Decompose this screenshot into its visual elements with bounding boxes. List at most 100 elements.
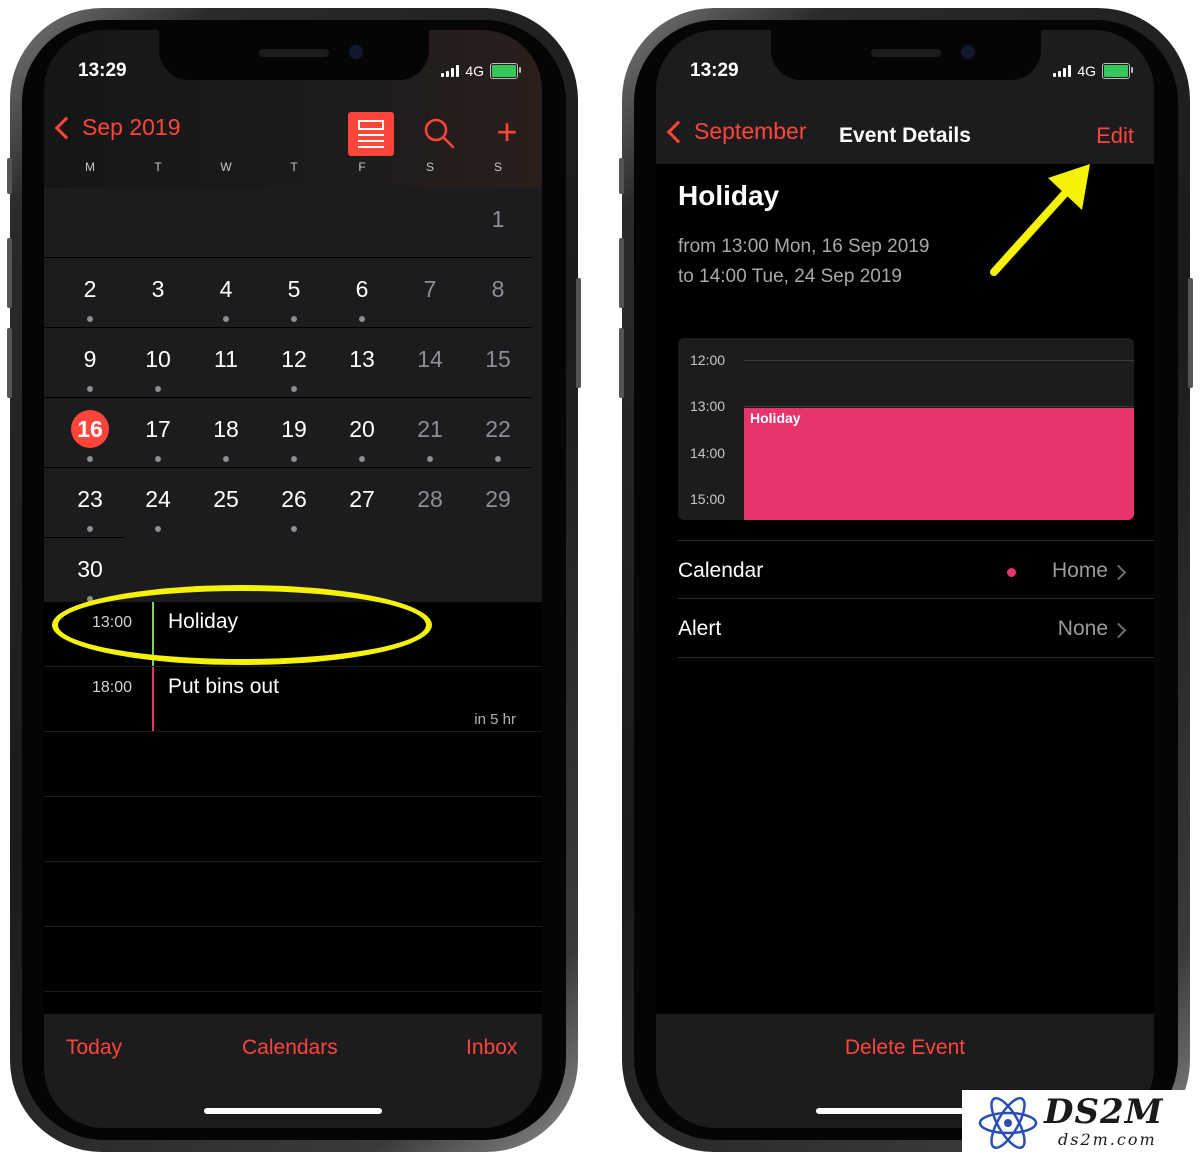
- calendar-row-label: Calendar: [678, 559, 764, 582]
- weekday-label: S: [493, 160, 502, 174]
- day-cell[interactable]: 22: [464, 398, 532, 467]
- day-number: 26: [281, 486, 307, 512]
- day-cell[interactable]: 26: [260, 468, 328, 537]
- day-number: 22: [485, 416, 511, 442]
- day-number: 25: [213, 486, 239, 512]
- list-view-icon[interactable]: [348, 112, 394, 156]
- event-day-preview[interactable]: 12:00 13:00 14:00 15:00 Holiday: [678, 338, 1134, 520]
- day-number: 23: [77, 486, 103, 512]
- day-cell[interactable]: 19: [260, 398, 328, 467]
- calendar-row-value: Home: [1051, 559, 1108, 582]
- calendar-row[interactable]: Calendar Home: [678, 540, 1154, 599]
- search-icon[interactable]: [422, 116, 456, 150]
- day-cell[interactable]: 25: [192, 468, 260, 537]
- bottom-toolbar: Today Calendars Inbox: [44, 1014, 542, 1128]
- event-title: Holiday: [678, 180, 780, 211]
- day-cell[interactable]: 3: [124, 258, 192, 327]
- alert-row[interactable]: Alert None: [678, 598, 1154, 658]
- day-cell[interactable]: 10: [124, 328, 192, 397]
- annotation-highlight-ellipse: [52, 585, 432, 665]
- day-cell[interactable]: 1: [464, 188, 532, 257]
- speaker: [871, 49, 941, 57]
- day-cell[interactable]: 24: [124, 468, 192, 537]
- day-cell[interactable]: 27: [328, 468, 396, 537]
- battery-charging-icon: [1102, 63, 1133, 79]
- add-event-icon[interactable]: +: [490, 112, 524, 152]
- day-cell[interactable]: 9: [56, 328, 124, 397]
- today-button[interactable]: Today: [66, 1036, 122, 1060]
- alert-row-label: Alert: [678, 617, 722, 640]
- day-cell[interactable]: 29: [464, 468, 532, 537]
- day-cell[interactable]: 15: [464, 328, 532, 397]
- power-button: [576, 278, 581, 388]
- event-indicator-dot: [87, 386, 93, 392]
- day-cell[interactable]: 20: [328, 398, 396, 467]
- day-cell[interactable]: 28: [396, 468, 464, 537]
- event-indicator-dot: [359, 316, 365, 322]
- event-indicator-dot: [495, 456, 501, 462]
- day-cell[interactable]: 7: [396, 258, 464, 327]
- side-button: [619, 158, 624, 194]
- weekday-label: M: [85, 160, 95, 174]
- chevron-right-icon: [1110, 564, 1127, 581]
- day-cell[interactable]: 13: [328, 328, 396, 397]
- hour-line: [744, 406, 1134, 407]
- day-number: 12: [281, 346, 307, 372]
- day-number: 2: [83, 276, 97, 302]
- day-cell[interactable]: 12: [260, 328, 328, 397]
- weekday-header: M T W T F S S: [56, 160, 532, 174]
- calendars-button[interactable]: Calendars: [242, 1036, 338, 1060]
- left-phone: 13:29 4G Sep 2019 + M T W T F S S 1 2 3 …: [7, 8, 581, 1152]
- day-number: 27: [349, 486, 375, 512]
- status-icons: 4G: [1053, 63, 1133, 79]
- event-indicator-dot: [359, 456, 365, 462]
- inbox-button[interactable]: Inbox: [466, 1036, 517, 1060]
- watermark-url: ds2m.com: [1058, 1130, 1157, 1149]
- event-indicator-dot: [155, 526, 161, 532]
- day-cell: [192, 188, 260, 257]
- event-block: Holiday: [744, 408, 1134, 520]
- event-indicator-dot: [223, 316, 229, 322]
- edit-button[interactable]: Edit: [1096, 123, 1134, 149]
- event-color-bar: [152, 667, 154, 731]
- event-indicator-dot: [155, 386, 161, 392]
- day-cell[interactable]: 5: [260, 258, 328, 327]
- volume-down-button: [619, 328, 624, 398]
- day-number: 8: [491, 276, 505, 302]
- hour-label: 13:00: [690, 398, 726, 414]
- day-cell[interactable]: 14: [396, 328, 464, 397]
- day-cell[interactable]: 11: [192, 328, 260, 397]
- day-number: 7: [423, 276, 437, 302]
- day-number: 30: [77, 556, 103, 582]
- weekday-label: F: [358, 160, 366, 174]
- day-cell-today[interactable]: 16: [56, 398, 124, 467]
- day-number: 4: [219, 276, 233, 302]
- day-cell[interactable]: 21: [396, 398, 464, 467]
- home-indicator[interactable]: [204, 1108, 382, 1114]
- week-row: 9 10 11 12 13 14 15: [44, 327, 532, 397]
- delete-event-button[interactable]: Delete Event: [656, 1036, 1154, 1060]
- day-cell[interactable]: 2: [56, 258, 124, 327]
- empty-event-row: [44, 862, 542, 927]
- event-indicator-dot: [427, 456, 433, 462]
- event-title: Put bins out: [168, 675, 279, 698]
- day-number: 21: [417, 416, 443, 442]
- day-number: 24: [145, 486, 171, 512]
- day-cell[interactable]: 8: [464, 258, 532, 327]
- side-button: [7, 158, 12, 194]
- day-number: 15: [485, 346, 511, 372]
- day-cell[interactable]: 23: [56, 468, 124, 537]
- alert-row-value: None: [1057, 617, 1108, 640]
- day-cell[interactable]: 6: [328, 258, 396, 327]
- day-number: 6: [355, 276, 369, 302]
- month-back-button[interactable]: Sep 2019: [54, 114, 180, 141]
- day-cell[interactable]: 17: [124, 398, 192, 467]
- day-cell[interactable]: 18: [192, 398, 260, 467]
- status-time: 13:29: [690, 60, 739, 81]
- event-time: 18:00: [92, 679, 133, 696]
- event-indicator-dot: [155, 456, 161, 462]
- event-row-bins[interactable]: 18:00 Put bins out in 5 hr: [44, 667, 542, 732]
- volume-up-button: [7, 238, 12, 308]
- weekday-label: W: [220, 160, 232, 174]
- day-cell[interactable]: 4: [192, 258, 260, 327]
